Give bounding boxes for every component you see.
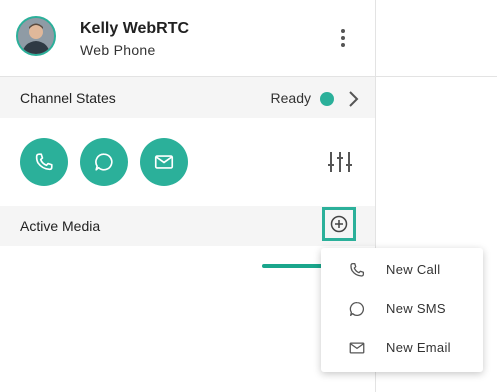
more-options-icon[interactable] (334, 26, 352, 50)
chevron-right-icon[interactable] (346, 89, 360, 109)
chat-icon (349, 301, 365, 317)
status-text: Ready (270, 90, 311, 106)
menu-item-label: New Email (386, 340, 451, 355)
filter-sliders-icon[interactable] (327, 150, 353, 174)
active-media-label: Active Media (20, 218, 101, 234)
status-indicator-dot (320, 92, 334, 106)
channel-states-row[interactable]: Channel States Ready (0, 77, 375, 118)
call-button[interactable] (20, 138, 68, 186)
side-panel: Kelly WebRTC Web Phone Channel States Re… (0, 0, 376, 392)
menu-item-label: New SMS (386, 301, 446, 316)
avatar[interactable] (16, 16, 56, 56)
phone-icon (350, 262, 365, 277)
email-icon (154, 155, 174, 169)
user-subtitle: Web Phone (80, 42, 156, 58)
menu-item-label: New Call (386, 262, 441, 277)
add-media-button[interactable] (322, 207, 356, 241)
sms-button[interactable] (80, 138, 128, 186)
new-media-menu: New Call New SMS New Email (321, 248, 483, 372)
plus-circle-icon (330, 215, 348, 233)
user-header: Kelly WebRTC Web Phone (0, 0, 375, 77)
menu-item-new-call[interactable]: New Call (321, 251, 483, 289)
menu-item-new-email[interactable]: New Email (321, 329, 483, 367)
user-name: Kelly WebRTC (80, 20, 190, 37)
channel-states-label: Channel States (20, 90, 116, 106)
menu-item-new-sms[interactable]: New SMS (321, 290, 483, 328)
phone-icon (35, 153, 53, 171)
divider (376, 76, 497, 77)
chat-icon (95, 153, 113, 171)
active-media-row: Active Media (0, 206, 375, 246)
email-icon (349, 342, 365, 354)
email-button[interactable] (140, 138, 188, 186)
